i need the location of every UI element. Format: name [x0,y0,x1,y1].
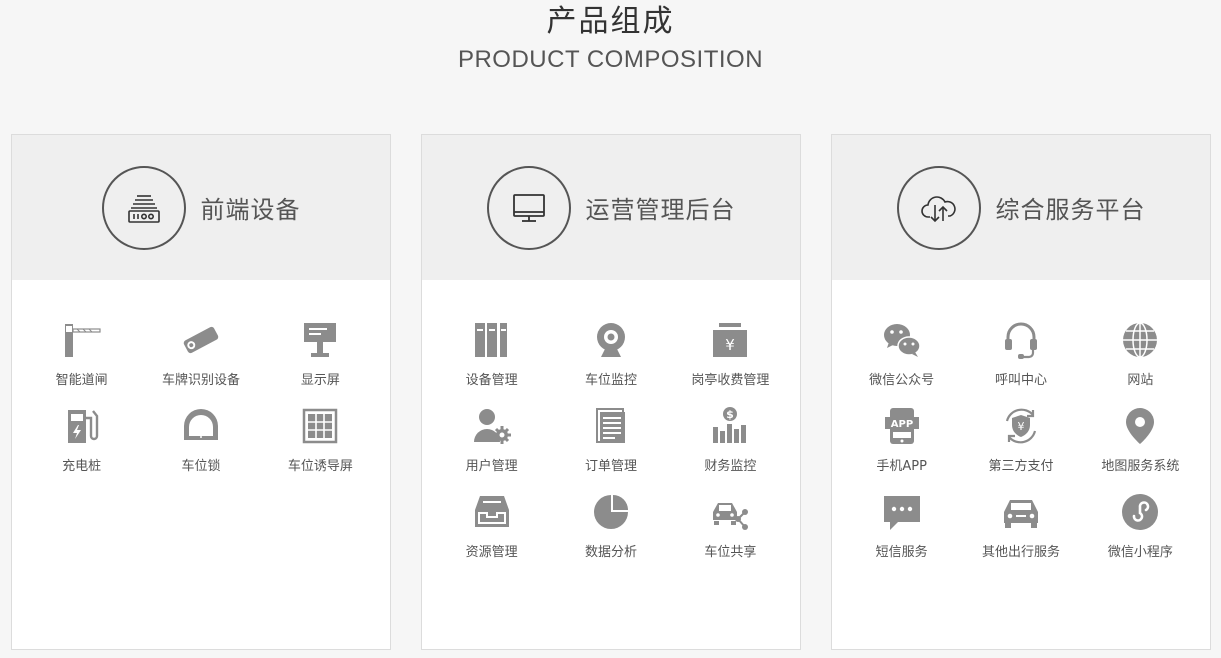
binders-icon [472,320,512,360]
car-icon [1001,492,1041,532]
page-subtitle: PRODUCT COMPOSITION [457,46,764,73]
inbox-tray-icon [472,492,512,532]
item-grid: 设备管理 车位监控 ¥ 岗亭收费管理 用户管理 订单管理 $ 财务监控 资源管理… [422,280,800,561]
item-charging-pile[interactable]: 充电桩 [22,406,141,475]
item-label: 资源管理 [465,545,518,560]
item-label: 岗亭收费管理 [691,373,770,388]
item-label: 呼叫中心 [994,373,1047,388]
card-title: 运营管理后台 [585,196,736,224]
charging-pile-icon [62,406,102,446]
item-finance-monitor[interactable]: $ 财务监控 [671,406,790,475]
card-title: 前端设备 [200,196,301,224]
item-label: 地图服务系统 [1101,459,1180,474]
map-pin-icon [1120,406,1160,446]
document-icon [591,406,631,446]
guidance-screen-icon [300,406,340,446]
barrier-device-icon [101,165,186,250]
cloud-sync-icon [896,165,981,250]
sms-icon [882,492,922,532]
item-label: 其他出行服务 [981,545,1060,560]
user-gear-icon [472,406,512,446]
page-title: 产品组成 [546,4,675,39]
card-operations-backend: 运营管理后台 设备管理 车位监控 ¥ 岗亭收费管理 用户管理 订单管理 $ 财务… [421,134,801,650]
item-mobile-app[interactable]: APP 手机APP [842,406,961,475]
pie-chart-icon [591,492,631,532]
camera-icon [181,320,221,360]
item-website[interactable]: 网站 [1081,320,1200,389]
monitor-icon [486,165,571,250]
item-grid: 微信公众号 呼叫中心 网站 APP 手机APP ¥ 第三方支付 地图服务系统 短… [832,280,1210,561]
item-call-center[interactable]: 呼叫中心 [961,320,1080,389]
card-header: 运营管理后台 [422,135,800,280]
svg-text:$: $ [727,408,735,421]
item-label: 车牌识别设备 [161,373,240,388]
headset-icon [1001,320,1041,360]
item-third-party-payment[interactable]: ¥ 第三方支付 [961,406,1080,475]
card-frontend-devices: 前端设备 智能道闸 车牌识别设备 显示屏 充电桩 车位锁 车位诱导屏 [11,134,391,650]
item-label: 充电桩 [62,459,102,474]
barrier-gate-icon [62,320,102,360]
item-grid: 智能道闸 车牌识别设备 显示屏 充电桩 车位锁 车位诱导屏 [12,280,390,475]
item-other-travel[interactable]: 其他出行服务 [961,492,1080,561]
item-user-management[interactable]: 用户管理 [432,406,551,475]
item-plate-recognition[interactable]: 车牌识别设备 [141,320,260,389]
item-parking-monitor[interactable]: 车位监控 [551,320,670,389]
card-title: 综合服务平台 [995,196,1146,224]
yuen-box-icon: ¥ [710,320,750,360]
item-label: 短信服务 [875,545,928,560]
item-label: 车位监控 [584,373,637,388]
item-guidance-screen[interactable]: 车位诱导屏 [261,406,380,475]
item-label: 微信公众号 [869,373,935,388]
item-label: 车位锁 [181,459,221,474]
item-label: 显示屏 [300,373,340,388]
card-service-platform: 综合服务平台 微信公众号 呼叫中心 网站 APP 手机APP ¥ 第三方支付 地… [831,134,1211,650]
section-header: 产品组成 PRODUCT COMPOSITION [0,0,1221,77]
item-label: 手机APP [876,459,927,474]
item-display-screen[interactable]: 显示屏 [261,320,380,389]
mini-program-icon [1120,492,1160,532]
phone-app-icon: APP [882,406,922,446]
item-wechat-official[interactable]: 微信公众号 [842,320,961,389]
item-wechat-mini-program[interactable]: 微信小程序 [1081,492,1200,561]
finance-chart-icon: $ [710,406,750,446]
car-share-icon [710,492,750,532]
item-order-management[interactable]: 订单管理 [551,406,670,475]
item-data-analysis[interactable]: 数据分析 [551,492,670,561]
svg-text:¥: ¥ [1017,420,1024,433]
display-sign-icon [300,320,340,360]
item-device-management[interactable]: 设备管理 [432,320,551,389]
svg-text:APP: APP [890,419,912,430]
item-resource-management[interactable]: 资源管理 [432,492,551,561]
item-label: 网站 [1127,373,1154,388]
item-parking-lock[interactable]: 车位锁 [141,406,260,475]
item-label: 车位诱导屏 [287,459,353,474]
item-barrier-gate[interactable]: 智能道闸 [22,320,141,389]
wechat-icon [882,320,922,360]
item-label: 数据分析 [584,545,637,560]
card-header: 综合服务平台 [832,135,1210,280]
webcam-icon [591,320,631,360]
item-label: 用户管理 [465,459,518,474]
item-booth-charging[interactable]: ¥ 岗亭收费管理 [671,320,790,389]
card-header: 前端设备 [12,135,390,280]
payment-shield-icon: ¥ [1001,406,1041,446]
item-label: 车位共享 [704,545,757,560]
item-map-service[interactable]: 地图服务系统 [1081,406,1200,475]
item-label: 第三方支付 [988,459,1054,474]
parking-lock-icon [181,406,221,446]
item-parking-share[interactable]: 车位共享 [671,492,790,561]
item-sms-service[interactable]: 短信服务 [842,492,961,561]
item-label: 设备管理 [465,373,518,388]
globe-icon [1120,320,1160,360]
item-label: 智能道闸 [55,373,108,388]
svg-text:¥: ¥ [726,336,736,354]
item-label: 微信小程序 [1107,545,1173,560]
item-label: 财务监控 [704,459,757,474]
item-label: 订单管理 [584,459,637,474]
